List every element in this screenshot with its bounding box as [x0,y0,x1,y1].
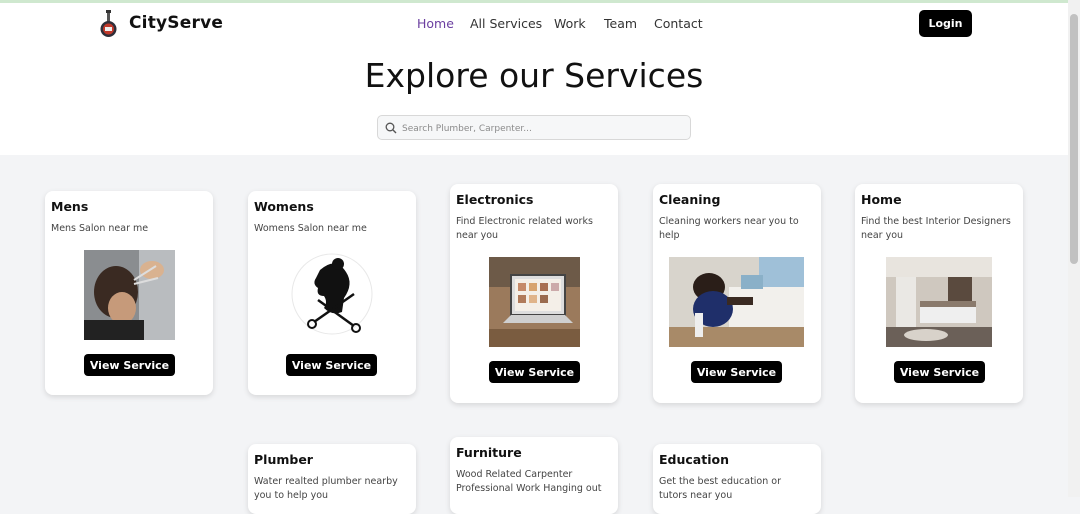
service-card-mens[interactable]: Mens Mens Salon near me View Service [45,191,213,395]
brand-name[interactable]: CityServe [129,13,223,33]
service-card-furniture[interactable]: Furniture Wood Related Carpenter Profess… [450,437,618,514]
nav-contact[interactable]: Contact [654,16,703,31]
card-title: Furniture [456,445,522,460]
view-service-button[interactable]: View Service [691,361,782,383]
card-description: Wood Related Carpenter Professional Work… [456,469,602,494]
card-description: Find Electronic related works near you [456,216,593,241]
service-card-plumber[interactable]: Plumber Water realted plumber nearby you… [248,444,416,514]
service-card-home[interactable]: Home Find the best Interior Designers ne… [855,184,1023,403]
view-service-button[interactable]: View Service [84,354,175,376]
login-button[interactable]: Login [919,10,972,37]
card-description: Cleaning workers near you to help [659,216,799,241]
service-card-womens[interactable]: Womens Womens Salon near me View Service [248,191,416,395]
interior-image [886,257,992,347]
women-salon-logo-image [288,250,377,338]
card-description: Mens Salon near me [51,223,149,234]
search-bar[interactable] [377,115,691,140]
search-icon [385,122,397,134]
view-service-button[interactable]: View Service [489,361,580,383]
card-description: Find the best Interior Designers near yo… [861,216,1011,241]
cleaning-image [669,257,804,347]
card-title: Education [659,452,729,467]
card-title: Womens [254,199,314,214]
search-input[interactable] [400,119,684,139]
page-scrollbar[interactable] [1068,0,1080,497]
nav-work[interactable]: Work [554,16,586,31]
card-title: Plumber [254,452,313,467]
card-description: Womens Salon near me [254,223,367,234]
card-title: Electronics [456,192,534,207]
view-service-button[interactable]: View Service [894,361,985,383]
barber-image [84,250,175,340]
service-card-cleaning[interactable]: Cleaning Cleaning workers near you to he… [653,184,821,403]
scrollbar-thumb[interactable] [1070,14,1078,264]
nav-all-services[interactable]: All Services [470,16,542,31]
card-description: Water realted plumber nearby you to help… [254,476,398,501]
laptop-image [489,257,580,347]
card-title: Mens [51,199,89,214]
nav-home[interactable]: Home [417,16,454,31]
service-card-electronics[interactable]: Electronics Find Electronic related work… [450,184,618,403]
view-service-button[interactable]: View Service [286,354,377,376]
guitar-logo-icon[interactable] [97,10,121,38]
card-description: Get the best education or tutors near yo… [659,476,782,501]
page-title: Explore our Services [364,56,704,95]
card-title: Cleaning [659,192,721,207]
service-card-education[interactable]: Education Get the best education or tuto… [653,444,821,514]
card-title: Home [861,192,902,207]
nav-team[interactable]: Team [604,16,637,31]
